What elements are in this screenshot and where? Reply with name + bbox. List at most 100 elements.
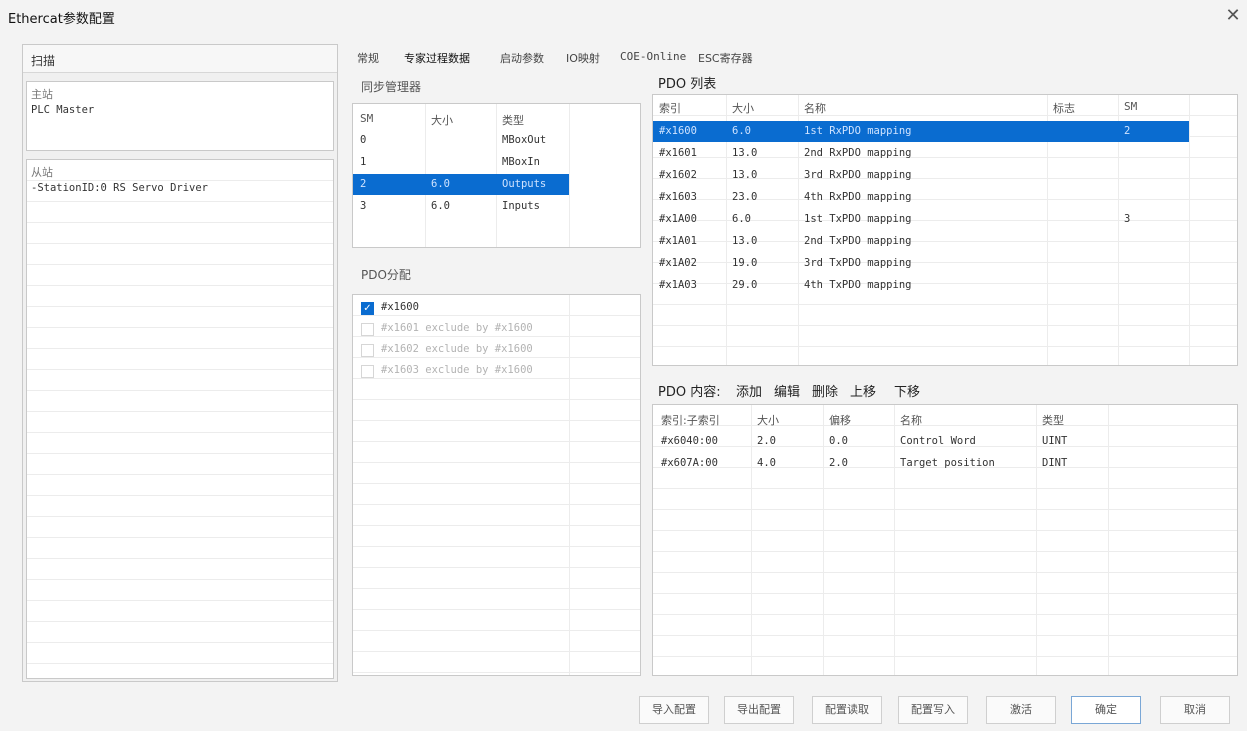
- pdo-assign-label: #x1601 exclude by #x1600: [381, 322, 533, 334]
- pdo-list-cell: 6.0: [732, 125, 751, 137]
- sm-cell: MBoxIn: [502, 156, 540, 168]
- export-config-button[interactable]: 导出配置: [724, 696, 794, 724]
- pdo-content-cell: Control Word: [900, 435, 976, 447]
- col-header-flags[interactable]: 标志: [1053, 100, 1075, 116]
- move-up-button[interactable]: 上移: [850, 381, 876, 400]
- sm-cell: 6.0: [431, 200, 450, 212]
- pdo-list-cell: 4th RxPDO mapping: [804, 191, 912, 203]
- col-header-name[interactable]: 名称: [804, 100, 826, 116]
- sm-cell: MBoxOut: [502, 134, 547, 146]
- col-header-index-subindex[interactable]: 索引:子索引: [661, 412, 720, 428]
- pdo-list-cell: #x1602: [659, 169, 697, 181]
- pdo-assign-list: ✓ #x1600 #x1601 exclude by #x1600 #x1602 ex…: [352, 294, 641, 676]
- pdo-list-header: PDO 列表: [652, 70, 1238, 94]
- col-header-type[interactable]: 类型: [1042, 412, 1064, 428]
- sm-cell: Inputs: [502, 200, 540, 212]
- pdo-content-table: 索引:子索引 大小 偏移 名称 类型 #x6040:00 2.0 0.0 Contro…: [652, 404, 1238, 676]
- pdo-content-cell: DINT: [1042, 457, 1068, 469]
- activate-button[interactable]: 激活: [986, 696, 1056, 724]
- pdo-list-title: PDO 列表: [658, 77, 717, 92]
- ok-button[interactable]: 确定: [1071, 696, 1141, 724]
- col-header-type[interactable]: 类型: [502, 112, 524, 128]
- move-down-button[interactable]: 下移: [894, 381, 920, 400]
- col-header-index[interactable]: 索引: [659, 100, 681, 116]
- pdo-content-cell: #x6040:00: [661, 435, 718, 447]
- sync-manager-table: SM 大小 类型 0 MBoxOut 1 MBoxIn 2 6.0 Outputs 3 6.0 I…: [352, 103, 641, 248]
- tab-io-mapping[interactable]: IO映射: [566, 50, 600, 68]
- col-header-sm[interactable]: SM: [1124, 100, 1137, 113]
- pdo-content-cell: 2.0: [829, 457, 848, 469]
- pdo-assign-checkbox[interactable]: ✓: [361, 302, 374, 315]
- import-config-button[interactable]: 导入配置: [639, 696, 709, 724]
- pdo-content-cell: 4.0: [757, 457, 776, 469]
- slave-box: 从站 -StationID:0 RS Servo Driver: [26, 159, 334, 679]
- sm-cell: 2: [360, 178, 367, 190]
- read-config-button[interactable]: 配置读取: [812, 696, 882, 724]
- tab-esc-register[interactable]: ESC寄存器: [698, 50, 753, 68]
- cancel-button[interactable]: 取消: [1160, 696, 1230, 724]
- slave-item[interactable]: -StationID:0 RS Servo Driver: [31, 182, 208, 194]
- scan-button[interactable]: 扫描: [23, 45, 337, 73]
- pdo-list-cell: 3rd TxPDO mapping: [804, 257, 912, 269]
- pdo-content-cell: 2.0: [757, 435, 776, 447]
- pdo-assign-label: #x1603 exclude by #x1600: [381, 364, 533, 376]
- col-header-size[interactable]: 大小: [431, 112, 453, 128]
- tab-coe-online[interactable]: COE-Online: [620, 50, 686, 68]
- master-name[interactable]: PLC Master: [31, 104, 94, 116]
- pdo-assign-checkbox: [361, 344, 374, 357]
- pdo-list-cell: 1st TxPDO mapping: [804, 213, 912, 225]
- col-header-size[interactable]: 大小: [757, 412, 779, 428]
- pdo-list-cell: #x1A03: [659, 279, 697, 291]
- pdo-list-cell: 29.0: [732, 279, 758, 291]
- pdo-list-cell: 13.0: [732, 169, 758, 181]
- pdo-list-cell: 23.0: [732, 191, 758, 203]
- sm-cell: Outputs: [502, 178, 547, 190]
- pdo-content-cell: UINT: [1042, 435, 1068, 447]
- master-label: 主站: [31, 88, 53, 101]
- pdo-assign-title: PDO分配: [361, 268, 411, 282]
- slave-label: 从站: [31, 166, 53, 179]
- sm-cell: 1: [360, 156, 367, 168]
- sync-manager-title: 同步管理器: [361, 80, 422, 94]
- column-divider: [569, 295, 570, 675]
- pdo-content-cell: 0.0: [829, 435, 848, 447]
- title-bar: Ethercat参数配置 ✕: [0, 0, 1247, 34]
- tab-startup-params[interactable]: 启动参数: [500, 50, 544, 68]
- tab-general[interactable]: 常规: [357, 50, 379, 68]
- pdo-list-cell: #x1600: [659, 125, 697, 137]
- pdo-list-cell: 2nd RxPDO mapping: [804, 147, 912, 159]
- col-header-offset[interactable]: 偏移: [829, 412, 851, 428]
- pdo-assign-checkbox: [361, 323, 374, 336]
- col-header-size[interactable]: 大小: [732, 100, 754, 116]
- column-divider: [1189, 95, 1190, 365]
- pdo-list-cell: 13.0: [732, 235, 758, 247]
- pdo-list-cell: #x1A02: [659, 257, 697, 269]
- master-box: 主站 PLC Master: [26, 81, 334, 151]
- pdo-assign-checkbox: [361, 365, 374, 378]
- pdo-list-cell: 2: [1124, 125, 1131, 137]
- close-icon[interactable]: ✕: [1222, 4, 1244, 28]
- pdo-list-cell: #x1601: [659, 147, 697, 159]
- col-header-name[interactable]: 名称: [900, 412, 922, 428]
- pdo-list-cell: #x1A01: [659, 235, 697, 247]
- col-header-sm[interactable]: SM: [360, 112, 373, 125]
- column-divider: [569, 104, 570, 247]
- pdo-assign-label: #x1602 exclude by #x1600: [381, 343, 533, 355]
- sm-cell: 6.0: [431, 178, 450, 190]
- delete-button[interactable]: 删除: [812, 381, 838, 400]
- edit-button[interactable]: 编辑: [774, 381, 800, 400]
- pdo-content-header: PDO 内容: 添加 编辑 删除 上移 下移: [652, 374, 1238, 404]
- left-panel: 扫描 主站 PLC Master 从站 -StationID:0 RS Serv…: [22, 44, 338, 682]
- pdo-assign-label: #x1600: [381, 301, 419, 313]
- pdo-list-cell: #x1603: [659, 191, 697, 203]
- add-button[interactable]: 添加: [736, 381, 762, 400]
- sm-cell: 0: [360, 134, 367, 146]
- pdo-list-table: 索引 大小 名称 标志 SM #x1600 6.0 1st RxPDO mappin…: [652, 94, 1238, 366]
- pdo-list-cell: 3: [1124, 213, 1131, 225]
- pdo-list-cell: #x1A00: [659, 213, 697, 225]
- pdo-list-cell: 4th TxPDO mapping: [804, 279, 912, 291]
- pdo-list-cell: 1st RxPDO mapping: [804, 125, 912, 137]
- write-config-button[interactable]: 配置写入: [898, 696, 968, 724]
- tab-expert-process-data[interactable]: 专家过程数据: [404, 50, 470, 68]
- pdo-content-cell: Target position: [900, 457, 995, 469]
